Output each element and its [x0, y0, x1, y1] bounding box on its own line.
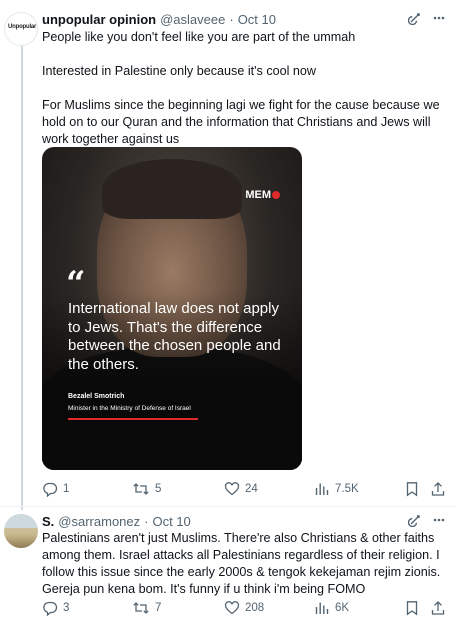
- retweet-count: 5: [155, 483, 162, 495]
- bookmark-button[interactable]: [404, 598, 420, 618]
- display-name[interactable]: unpopular opinion: [42, 12, 156, 27]
- tweet-paragraph: Palestinians aren't just Muslims. There'…: [42, 531, 441, 596]
- tweet-text: People like you don't feel like you are …: [42, 29, 450, 148]
- handle[interactable]: @aslaveee: [160, 12, 225, 27]
- tweet-media-image[interactable]: MEM “ International law does not apply t…: [42, 147, 302, 470]
- views-button[interactable]: 6K: [314, 598, 349, 618]
- logo-dot: [272, 191, 280, 199]
- reply-count: 1: [63, 483, 70, 495]
- tweet-actions: 3 7 208 6K: [42, 598, 447, 618]
- tweet-header: S. @sarramonez · Oct 10: [42, 512, 191, 530]
- views-count: 7.5K: [335, 483, 359, 495]
- timestamp[interactable]: Oct 10: [238, 12, 276, 27]
- quote-text: International law does not apply to Jews…: [68, 300, 281, 373]
- like-count: 24: [245, 483, 258, 495]
- tweet-divider: [0, 506, 455, 507]
- more-icon[interactable]: [432, 11, 446, 25]
- retweet-icon: [132, 600, 150, 616]
- grok-icon[interactable]: [408, 513, 422, 527]
- tweet-header-actions: [408, 11, 446, 25]
- avatar[interactable]: [4, 514, 38, 548]
- tweet-paragraph: For Muslims since the beginning lagi we …: [42, 98, 440, 146]
- quote-author: Bezalel Smotrich: [68, 393, 125, 400]
- more-icon[interactable]: [432, 513, 446, 527]
- grok-icon[interactable]: [408, 11, 422, 25]
- timestamp[interactable]: Oct 10: [152, 514, 190, 529]
- tweet-paragraph: People like you don't feel like you are …: [42, 30, 356, 44]
- logo-text: MEM: [245, 189, 271, 201]
- tweet-header-actions: [408, 513, 446, 527]
- like-button[interactable]: 24: [224, 479, 258, 499]
- quote-mark: “: [66, 264, 86, 304]
- reply-icon: [42, 600, 58, 616]
- avatar[interactable]: Unpopular: [4, 12, 38, 46]
- separator: ·: [144, 513, 149, 529]
- tweet-text: Palestinians aren't just Muslims. There'…: [42, 530, 450, 598]
- reply-button[interactable]: 3: [42, 598, 69, 618]
- share-icon: [430, 600, 446, 616]
- separator: ·: [229, 11, 234, 27]
- display-name[interactable]: S.: [42, 514, 54, 529]
- retweet-icon: [132, 481, 150, 497]
- avatar-text: Unpopular: [8, 24, 37, 30]
- mem-logo: MEM: [245, 189, 280, 201]
- views-icon: [314, 600, 330, 616]
- views-count: 6K: [335, 602, 350, 614]
- views-button[interactable]: 7.5K: [314, 479, 359, 499]
- retweet-button[interactable]: 7: [132, 598, 161, 618]
- reply-count: 3: [63, 602, 70, 614]
- avatar-sky: [4, 514, 38, 528]
- share-button[interactable]: [430, 598, 446, 618]
- like-count: 208: [245, 602, 265, 614]
- reply-icon: [42, 481, 58, 497]
- share-icon: [430, 481, 446, 497]
- views-icon: [314, 481, 330, 497]
- tweet-paragraph: Interested in Palestine only because it'…: [42, 64, 317, 78]
- reply-button[interactable]: 1: [42, 479, 69, 499]
- bookmark-button[interactable]: [404, 479, 420, 499]
- tweet-actions: 1 5 24 7.5K: [42, 479, 447, 499]
- handle[interactable]: @sarramonez: [58, 514, 140, 529]
- retweet-button[interactable]: 5: [132, 479, 161, 499]
- bookmark-icon: [404, 600, 420, 616]
- share-button[interactable]: [430, 479, 446, 499]
- like-button[interactable]: 208: [224, 598, 264, 618]
- quote-role: Minister in the Ministry of Defense of I…: [68, 405, 191, 412]
- bookmark-icon: [404, 481, 420, 497]
- like-icon: [224, 600, 240, 616]
- retweet-count: 7: [155, 602, 162, 614]
- quote-underline: [68, 418, 198, 420]
- tweet-header: unpopular opinion @aslaveee · Oct 10: [42, 10, 276, 28]
- thread-connector-line: [21, 45, 23, 510]
- like-icon: [224, 481, 240, 497]
